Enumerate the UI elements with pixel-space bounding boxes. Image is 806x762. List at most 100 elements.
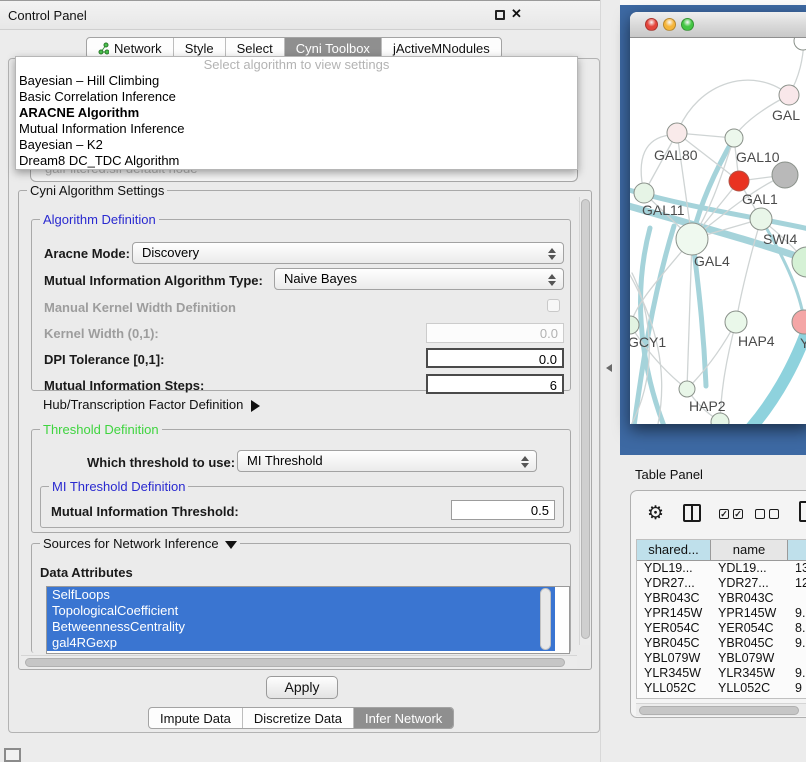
table-row[interactable]: YBL079WYBL079W <box>637 651 806 666</box>
network-node[interactable] <box>779 85 799 105</box>
algorithm-option[interactable]: ARACNE Algorithm <box>16 105 577 121</box>
gear-icon[interactable]: ⚙ <box>647 502 664 525</box>
table-row[interactable]: YDR27...YDR27...12 <box>637 576 806 591</box>
node-table[interactable]: shared...nameA YDL19...YDL19...13YDR27..… <box>636 539 806 699</box>
network-node[interactable] <box>667 123 687 143</box>
network-node[interactable] <box>630 316 639 334</box>
attributes-scrollbar-thumb[interactable] <box>540 588 551 650</box>
hub-tf-definition-toggle[interactable]: Hub/Transcription Factor Definition <box>43 397 260 412</box>
dpi-tolerance-input[interactable]: 0.0 <box>426 348 564 368</box>
float-panel-icon[interactable] <box>495 10 505 20</box>
control-panel-titlebar: Control Panel ✕ <box>0 0 620 30</box>
network-node-label: GAL11 <box>642 202 685 218</box>
table-row[interactable]: YER054CYER054C8. <box>637 621 806 636</box>
kernel-width-input[interactable]: 0.0 <box>426 323 564 343</box>
network-node[interactable] <box>792 310 806 334</box>
table-row[interactable]: YBR045CYBR045C9. <box>637 636 806 651</box>
collapse-splitter-icon[interactable] <box>606 364 612 372</box>
which-threshold-value: MI Threshold <box>247 453 323 468</box>
settings-vertical-scrollbar[interactable] <box>579 197 591 645</box>
data-attributes-list[interactable]: SelfLoopsTopologicalCoefficientBetweenne… <box>46 586 570 654</box>
network-node[interactable] <box>634 183 654 203</box>
tab-cyni-toolbox[interactable]: Cyni Toolbox <box>285 38 382 58</box>
manual-kernel-width-checkbox[interactable] <box>547 299 560 312</box>
table-row[interactable]: YPR145WYPR145W9. <box>637 606 806 621</box>
network-node[interactable] <box>711 413 729 424</box>
table-cell: YBR043C <box>637 591 711 606</box>
table-cell: YER054C <box>637 621 711 636</box>
window-zoom-icon[interactable] <box>681 18 694 31</box>
network-node[interactable] <box>676 223 708 255</box>
settings-horizontal-scrollbar[interactable] <box>21 655 577 668</box>
table-row[interactable]: YLL052CYLL052C9 <box>637 681 806 696</box>
data-attribute-item[interactable]: gal4RGexp <box>47 635 555 651</box>
mi-steps-input[interactable]: 6 <box>426 374 564 394</box>
network-node[interactable] <box>772 162 798 188</box>
column-header[interactable]: name <box>711 540 788 561</box>
algorithm-option[interactable]: Basic Correlation Inference <box>16 89 577 105</box>
column-header[interactable]: shared... <box>637 540 711 561</box>
network-canvas[interactable]: GALGAL80GAL10GAL1GAL11SWI4GAL4GCY1HAP4YH… <box>630 38 806 424</box>
tab-jactivemnodules[interactable]: jActiveMNodules <box>382 38 501 58</box>
algorithm-option[interactable]: Bayesian – Hill Climbing <box>16 73 577 89</box>
mi-algorithm-type-label: Mutual Information Algorithm Type: <box>44 273 263 288</box>
mi-threshold-input[interactable]: 0.5 <box>451 500 555 520</box>
network-node[interactable] <box>792 247 806 277</box>
tab-label: Network <box>114 41 162 56</box>
tab-network[interactable]: Network <box>87 38 174 58</box>
table-cell <box>788 651 806 666</box>
tab-infer-network[interactable]: Infer Network <box>354 708 453 728</box>
table-row[interactable]: YBR043CYBR043C <box>637 591 806 606</box>
table-cell: YBR045C <box>711 636 788 651</box>
table-header-row: shared...nameA <box>637 540 806 561</box>
unchecked-box-icon[interactable] <box>769 509 779 519</box>
algorithm-option[interactable]: Bayesian – K2 <box>16 137 577 153</box>
checked-box-icon[interactable]: ✓ <box>733 509 743 519</box>
window-minimize-icon[interactable] <box>663 18 676 31</box>
which-threshold-combobox[interactable]: MI Threshold <box>237 450 537 472</box>
file-icon[interactable] <box>799 501 806 522</box>
network-node-label: GAL80 <box>654 147 698 163</box>
checked-box-icon[interactable]: ✓ <box>719 509 729 519</box>
window-close-icon[interactable] <box>645 18 658 31</box>
tab-discretize-data[interactable]: Discretize Data <box>243 708 354 728</box>
table-horizontal-scrollbar[interactable] <box>636 703 806 716</box>
network-node[interactable] <box>750 208 772 230</box>
table-cell: 8. <box>788 621 806 636</box>
network-node[interactable] <box>725 129 743 147</box>
table-cell: YBL079W <box>711 651 788 666</box>
apply-button[interactable]: Apply <box>266 676 338 699</box>
expanded-arrow-icon[interactable] <box>225 541 237 549</box>
network-edge <box>693 138 734 234</box>
data-attribute-item[interactable]: SelfLoops <box>47 587 555 603</box>
network-graph-icon <box>98 42 109 55</box>
network-node[interactable] <box>679 381 695 397</box>
tab-style[interactable]: Style <box>174 38 226 58</box>
close-icon[interactable]: ✕ <box>511 6 522 22</box>
network-selector-combo[interactable]: galFiltered.sif default node <box>30 168 578 182</box>
panel-splitter[interactable] <box>600 0 620 762</box>
sources-title: Sources for Network Inference <box>40 536 240 551</box>
table-cell: YDR27... <box>637 576 711 591</box>
algorithm-option[interactable]: Mutual Information Inference <box>16 121 577 137</box>
table-row[interactable]: YDL19...YDL19...13 <box>637 561 806 576</box>
tab-impute-data[interactable]: Impute Data <box>149 708 243 728</box>
mi-algorithm-type-combobox[interactable]: Naive Bayes <box>274 268 564 290</box>
network-node[interactable] <box>725 311 747 333</box>
data-attribute-item[interactable]: TopologicalCoefficient <box>47 603 555 619</box>
data-attribute-item[interactable]: BetweennessCentrality <box>47 619 555 635</box>
algorithm-option[interactable]: Dream8 DC_TDC Algorithm <box>16 153 577 169</box>
split-columns-icon[interactable] <box>683 504 701 522</box>
network-node[interactable] <box>729 171 749 191</box>
table-row[interactable]: YLR345WYLR345W9. <box>637 666 806 681</box>
unchecked-box-icon[interactable] <box>755 509 765 519</box>
aracne-mode-combobox[interactable]: Discovery <box>132 242 564 264</box>
tab-select[interactable]: Select <box>226 38 285 58</box>
algorithm-dropdown-popup: Select algorithm to view settings Bayesi… <box>15 56 578 170</box>
network-window-titlebar[interactable] <box>630 12 806 38</box>
tab-label: Style <box>185 41 214 56</box>
column-header[interactable]: A <box>788 540 806 561</box>
network-node[interactable] <box>794 38 806 50</box>
minimized-panel-icon[interactable] <box>4 748 21 762</box>
algorithm-definition-group: Algorithm Definition Aracne Mode: Discov… <box>31 219 571 391</box>
